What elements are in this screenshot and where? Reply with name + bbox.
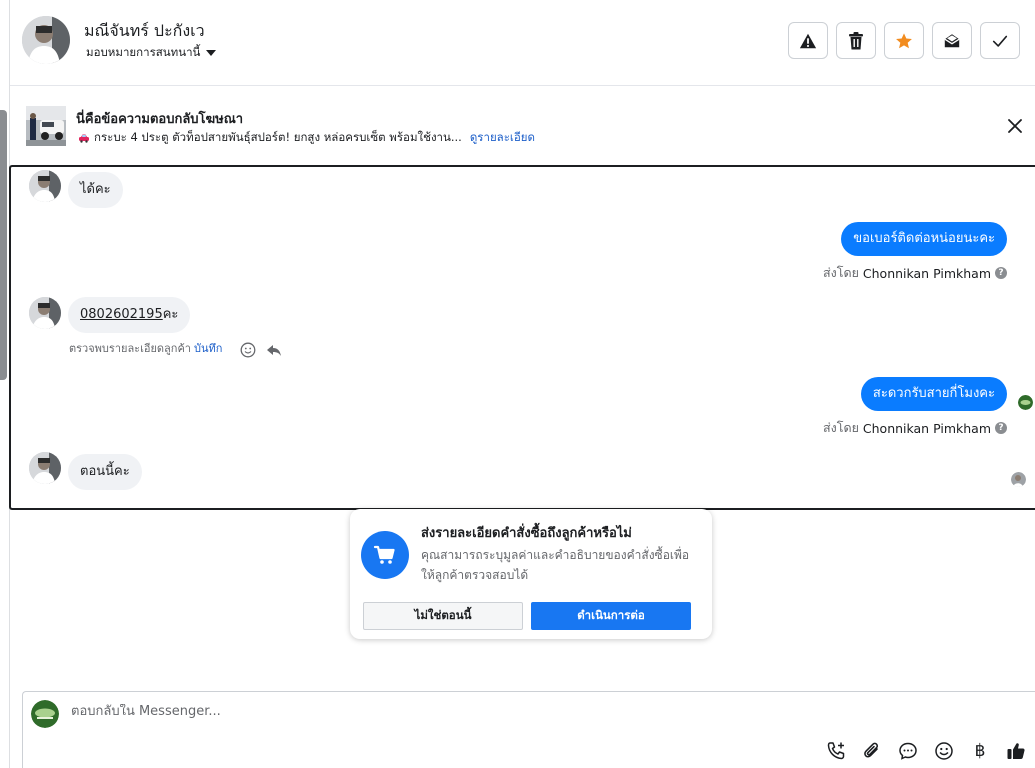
phone-number-link[interactable]: 0802602195 [80, 307, 163, 322]
trash-icon [849, 31, 863, 49]
call-add-button[interactable] [825, 740, 847, 762]
message-input[interactable] [71, 704, 971, 719]
star-icon [896, 32, 912, 48]
caret-down-icon [206, 50, 217, 56]
outgoing-message[interactable]: ขอเบอร์ติดต่อหน่อยนะคะ [841, 222, 1007, 256]
close-icon [1008, 119, 1022, 133]
delete-button[interactable] [836, 22, 876, 59]
mail-open-icon [944, 33, 960, 47]
customer-avatar-small [29, 452, 61, 484]
message-suffix: คะ [162, 307, 179, 322]
sent-by-info: ส่งโดย Chonnikan Pimkham ? [823, 418, 1007, 438]
sent-by-info: ส่งโดย Chonnikan Pimkham ? [823, 263, 1007, 283]
baht-icon: ฿ [974, 741, 986, 761]
assign-label: มอบหมายการสนทนานี้ [86, 45, 201, 59]
paperclip-icon [864, 742, 879, 758]
order-prompt-title: ส่งรายละเอียดคำสั่งซื้อถึงลูกค้าหรือไม่ [421, 526, 632, 541]
reply-icon [267, 345, 281, 356]
customer-details-detected: ตรวจพบรายละเอียดลูกค้า บันทึก [69, 339, 222, 357]
customer-avatar-small [29, 297, 61, 329]
sent-by-prefix: ส่งโดย [823, 420, 859, 435]
emoji-button[interactable] [933, 740, 955, 762]
warning-icon [799, 33, 817, 48]
reply-composer: ฿ [22, 691, 1035, 768]
call-add-icon [827, 742, 845, 760]
incoming-message[interactable]: ได้คะ [68, 172, 123, 208]
continue-button[interactable]: ดำเนินการต่อ [531, 602, 691, 630]
saved-replies-button[interactable] [897, 740, 919, 762]
detected-text: ตรวจพบรายละเอียดลูกค้า [69, 342, 191, 355]
emoji-icon [935, 742, 953, 760]
message-thread: ได้คะ ขอเบอร์ติดต่อหน่อยนะคะ ส่งโดย Chon… [9, 165, 1035, 510]
attach-button[interactable] [861, 740, 883, 762]
order-prompt-description: คุณสามารถระบุมูลค่าและคำอธิบายของคำสั่งซ… [421, 548, 690, 582]
payment-button[interactable]: ฿ [969, 740, 991, 762]
send-order-details-prompt: ส่งรายละเอียดคำสั่งซื้อถึงลูกค้าหรือไม่ … [350, 509, 712, 639]
sent-by-prefix: ส่งโดย [823, 265, 859, 280]
help-icon[interactable]: ? [995, 267, 1007, 279]
ad-subtitle-row: กระบะ 4 ประตู ตัวท็อปสายพันธุ์สปอร์ต! ยก… [78, 129, 535, 147]
incoming-message[interactable]: 0802602195คะ [68, 297, 191, 333]
mark-spam-button[interactable] [788, 22, 828, 59]
star-button[interactable] [884, 22, 924, 59]
like-button[interactable] [1005, 740, 1027, 762]
composer-tools: ฿ [825, 740, 1027, 762]
sender-name: Chonnikan Pimkham [862, 265, 991, 281]
chat-bubble-icon [899, 742, 917, 760]
save-details-link[interactable]: บันทึก [194, 339, 222, 357]
message-tools [239, 341, 283, 359]
header-actions [788, 22, 1020, 59]
reply-button[interactable] [265, 341, 283, 359]
incoming-message[interactable]: ตอนนี้คะ [68, 454, 142, 490]
assign-conversation-dropdown[interactable]: มอบหมายการสนทนานี้ [86, 44, 217, 62]
ad-title: นี่คือข้อความตอบกลับโฆษณา [76, 112, 244, 127]
ad-details-link[interactable]: ดูรายละเอียด [470, 129, 535, 147]
page-avatar [31, 700, 59, 728]
ad-reply-banner: นี่คือข้อความตอบกลับโฆษณา กระบะ 4 ประตู … [10, 100, 1035, 154]
cart-icon-badge [361, 531, 409, 579]
check-icon [992, 35, 1008, 47]
ad-thumbnail[interactable] [26, 106, 66, 146]
help-icon[interactable]: ? [995, 422, 1007, 434]
scrollbar[interactable] [0, 110, 7, 380]
outgoing-message[interactable]: สะดวกรับสายกี่โมงคะ [860, 377, 1007, 411]
sender-name: Chonnikan Pimkham [862, 420, 991, 436]
customer-avatar-small [29, 170, 61, 202]
react-button[interactable] [239, 341, 257, 359]
customer-avatar[interactable] [22, 16, 70, 64]
mark-unread-button[interactable] [932, 22, 972, 59]
customer-name: มณีจันทร์ ปะกังเว [84, 21, 205, 40]
shopping-cart-icon [373, 545, 395, 564]
thumbs-up-icon [1007, 743, 1025, 759]
mark-done-button[interactable] [980, 22, 1020, 59]
emoji-icon [240, 342, 256, 358]
ad-subtitle: กระบะ 4 ประตู ตัวท็อปสายพันธุ์สปอร์ต! ยก… [94, 130, 462, 144]
conversation-header: มณีจันทร์ ปะกังเว มอบหมายการสนทนานี้ [10, 0, 1035, 86]
car-emoji-icon [79, 134, 89, 143]
page-seen-avatar [1018, 395, 1033, 410]
not-now-button[interactable]: ไม่ใช่ตอนนี้ [363, 602, 523, 630]
close-banner-button[interactable] [1005, 116, 1025, 136]
customer-seen-avatar [1011, 472, 1026, 487]
